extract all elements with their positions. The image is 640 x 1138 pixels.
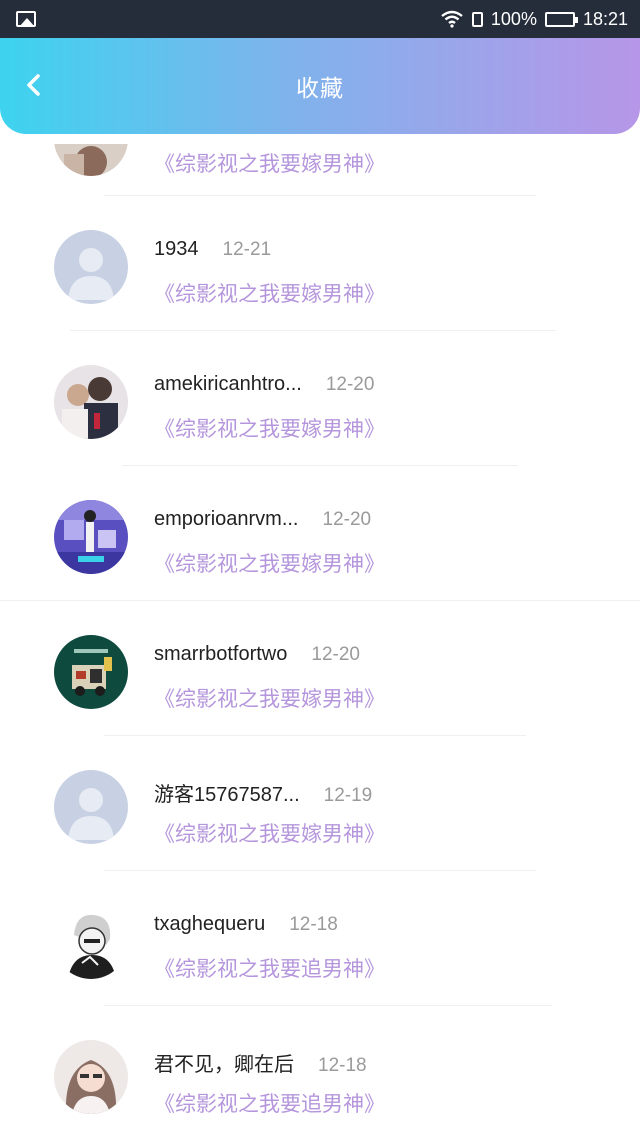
list-item[interactable]: 1934 12-21 《综影视之我要嫁男神》	[0, 196, 640, 331]
item-title: 《综影视之我要追男神》	[154, 1092, 385, 1116]
user-name: 游客15767587...	[154, 784, 300, 806]
item-date: 12-20	[311, 644, 360, 665]
image-notification-icon	[16, 11, 36, 27]
list-item[interactable]: 君不见，卿在后 12-18 《综影视之我要追男神》	[0, 1006, 640, 1138]
avatar	[54, 1040, 128, 1114]
user-name: txaghequeru	[154, 913, 266, 935]
page-title: 收藏	[296, 76, 344, 102]
item-title: 《综影视之我要嫁男神》	[154, 417, 385, 441]
status-time: 18:21	[582, 8, 628, 29]
avatar	[54, 500, 128, 574]
user-name: 1934	[154, 238, 199, 260]
user-name: amekiricanhtro...	[154, 373, 302, 395]
item-date: 12-20	[322, 509, 372, 530]
item-title: 《综影视之我要嫁男神》	[154, 822, 385, 846]
list-item[interactable]: emporioanrvm... 12-20 《综影视之我要嫁男神》	[0, 466, 640, 601]
item-date: 12-20	[325, 374, 375, 395]
avatar	[54, 365, 128, 439]
list-item[interactable]: amekiricanhtro... 12-20 《综影视之我要嫁男神》	[0, 331, 640, 466]
favorites-list: 《综影视之我要嫁男神》 1934 12-21 《综影视之我要嫁男神》 ameki…	[0, 144, 640, 1138]
list-item[interactable]: txaghequeru 12-18 《综影视之我要追男神》	[0, 871, 640, 1006]
user-name: emporioanrvm...	[154, 508, 299, 530]
avatar	[54, 144, 128, 176]
avatar	[54, 905, 128, 979]
item-title: 《综影视之我要嫁男神》	[154, 552, 385, 576]
list-item[interactable]: 《综影视之我要嫁男神》	[0, 144, 640, 196]
item-title: 《综影视之我要嫁男神》	[154, 152, 385, 176]
item-title: 《综影视之我要追男神》	[154, 957, 385, 981]
item-title: 《综影视之我要嫁男神》	[154, 687, 385, 711]
app-header: 收藏	[0, 38, 640, 134]
battery-percent: 100%	[490, 8, 537, 29]
item-date: 12-18	[318, 1055, 367, 1076]
battery-icon	[544, 11, 578, 27]
item-title: 《综影视之我要嫁男神》	[154, 282, 385, 306]
list-item[interactable]: smarrbotfortwo 12-20 《综影视之我要嫁男神》	[0, 601, 640, 736]
user-name: 君不见，卿在后	[154, 1054, 294, 1076]
list-item[interactable]: 游客15767587... 12-19 《综影视之我要嫁男神》	[0, 736, 640, 871]
item-date: 12-19	[323, 785, 373, 806]
wifi-icon	[441, 10, 463, 28]
avatar	[54, 770, 128, 844]
item-date: 12-18	[289, 914, 338, 935]
status-bar: 100% 18:21	[0, 0, 640, 38]
user-name: smarrbotfortwo	[154, 643, 288, 665]
avatar	[54, 230, 128, 304]
item-date: 12-21	[222, 239, 272, 260]
back-arrow-icon[interactable]	[20, 70, 50, 100]
sim-icon	[471, 11, 483, 27]
avatar	[54, 635, 128, 709]
